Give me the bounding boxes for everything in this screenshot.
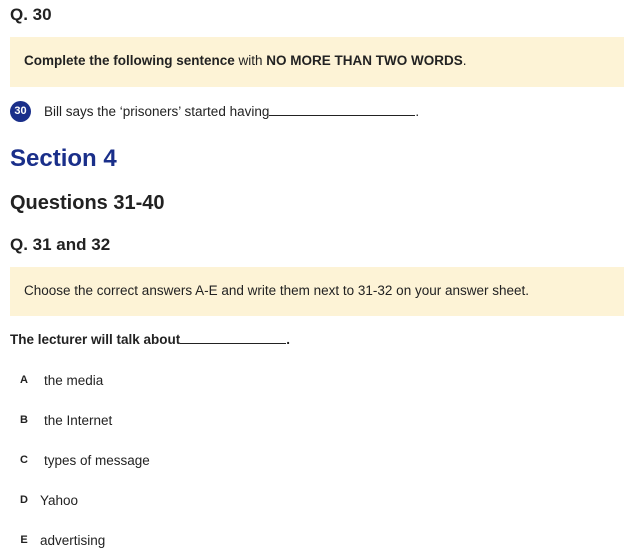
option-letter: D (20, 494, 28, 506)
option-b[interactable]: B the Internet (12, 407, 112, 433)
instruction-text-30: Complete the following sentence with NO … (24, 53, 467, 68)
question-row-30: 30 Bill says the ‘prisoners’ started hav… (10, 99, 419, 123)
answer-blank-31-32[interactable] (180, 332, 287, 344)
instruction-word-limit: NO MORE THAN TWO WORDS (266, 53, 463, 68)
option-letter: B (20, 414, 28, 426)
option-d[interactable]: D Yahoo (12, 487, 78, 513)
question-number-badge: 30 (10, 100, 31, 122)
instruction-box-31-32: Choose the correct answers A-E and write… (10, 267, 624, 316)
option-text: the Internet (44, 412, 113, 428)
option-text: advertising (40, 532, 106, 548)
instruction-box-30: Complete the following sentence with NO … (10, 37, 624, 87)
question-stem: The lecturer will talk about. (10, 332, 290, 347)
stem-end: . (286, 332, 291, 347)
question-heading-30: Q. 30 (10, 5, 52, 24)
question-sentence: Bill says the ‘prisoners’ started having (44, 103, 270, 119)
questions-range-title: Questions 31-40 (10, 192, 165, 214)
instruction-plain: with (234, 53, 267, 68)
section-title: Section 4 (10, 145, 117, 172)
stem-text: The lecturer will talk about (10, 332, 181, 347)
question-heading-31-32: Q. 31 and 32 (10, 235, 111, 254)
sentence-end: . (415, 103, 420, 119)
option-text: Yahoo (40, 492, 79, 508)
question-text-30: Bill says the ‘prisoners’ started having… (44, 104, 419, 119)
instruction-text-31-32: Choose the correct answers A-E and write… (24, 283, 530, 298)
option-letter: A (20, 374, 28, 386)
answer-blank-30[interactable] (269, 104, 416, 116)
option-letter: C (20, 454, 28, 466)
option-letter: E (20, 534, 28, 546)
instruction-emphasis: Complete the following sentence (24, 53, 235, 68)
instruction-period: . (462, 53, 467, 68)
option-c[interactable]: C types of message (12, 447, 150, 473)
option-text: the media (44, 372, 104, 388)
option-text: types of message (44, 452, 150, 468)
option-a[interactable]: A the media (12, 367, 103, 393)
option-e[interactable]: E advertising (12, 527, 105, 553)
